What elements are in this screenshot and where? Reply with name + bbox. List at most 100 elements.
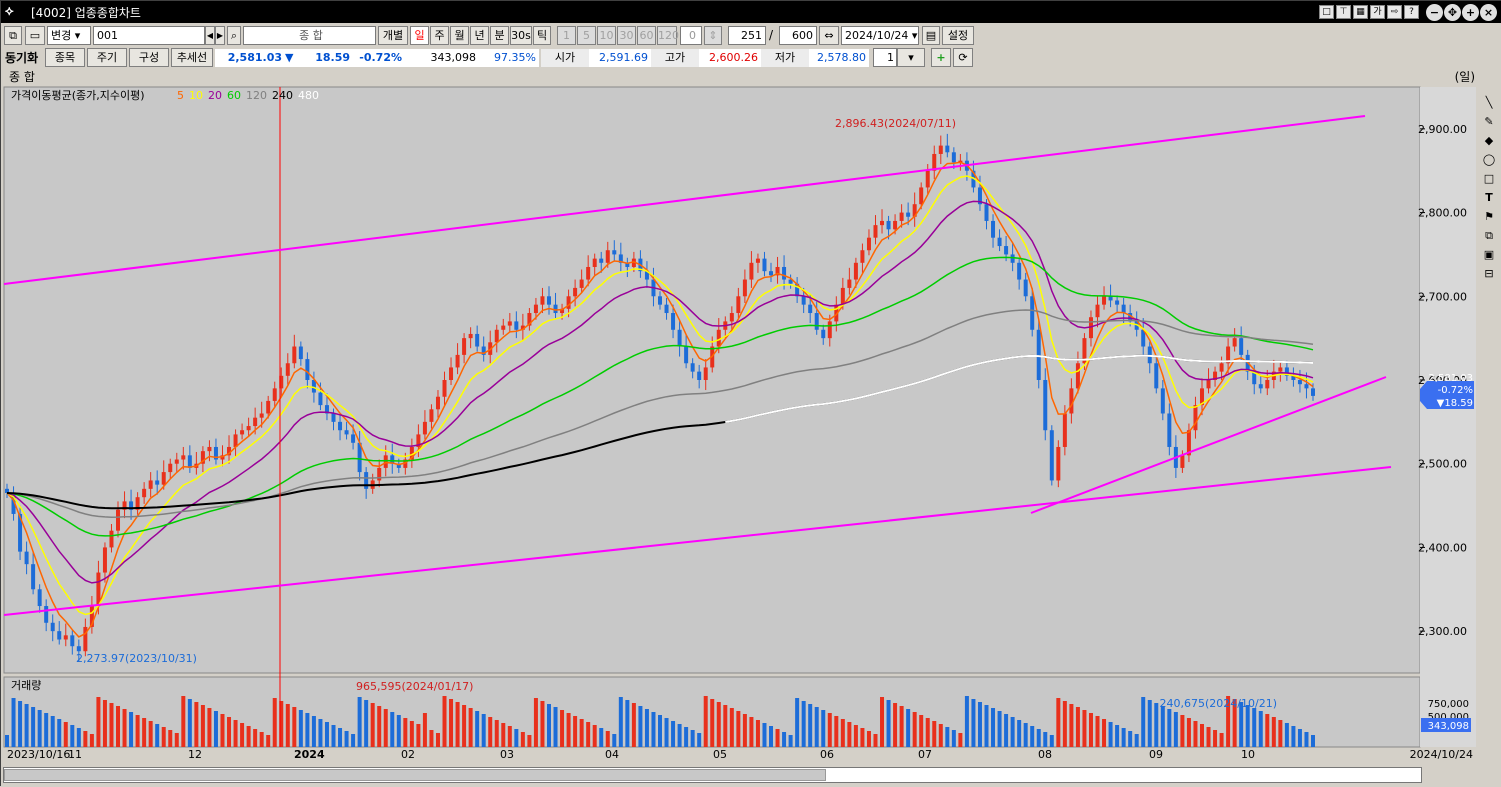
pan-icon[interactable]: ⇔ (819, 26, 839, 45)
period-week[interactable]: 주 (430, 26, 449, 45)
period-day[interactable]: 일 (410, 26, 429, 45)
period-month[interactable]: 월 (450, 26, 469, 45)
volume-bar (240, 723, 245, 747)
volume-bar (227, 717, 232, 747)
eraser-tool-icon[interactable]: ◆ (1482, 134, 1496, 148)
sync-label[interactable]: 동기화 (5, 49, 38, 67)
rect-tool-icon[interactable]: □ (1482, 172, 1496, 186)
minute-60[interactable]: 60 (637, 26, 656, 45)
period-tick[interactable]: 틱 (533, 26, 551, 45)
minute-1[interactable]: 1 (557, 26, 576, 45)
close-icon[interactable]: × (1480, 4, 1497, 21)
maximize-icon[interactable]: + (1462, 4, 1479, 21)
candle-body (664, 304, 669, 314)
volume-bar (1173, 712, 1178, 747)
screen-icon[interactable]: ▭ (25, 26, 45, 45)
measure-tool-icon[interactable]: ⊟ (1482, 267, 1496, 281)
text-tool-icon[interactable]: T (1482, 191, 1496, 205)
total-input[interactable]: 600 (779, 26, 817, 45)
font-icon[interactable]: 가 (1370, 5, 1385, 19)
cycle-button[interactable]: 주기 (87, 48, 127, 67)
volume-bar (5, 735, 9, 747)
copy-tool-icon[interactable]: ⧉ (1482, 229, 1496, 243)
indiv-button[interactable]: 개별 (378, 26, 408, 45)
candle-body (455, 354, 460, 368)
chart-svg[interactable]: 2,900.002,800.002,700.002,600.002,500.00… (1, 69, 1501, 787)
refresh-icon[interactable]: ⟳ (953, 48, 973, 67)
candle-body (318, 392, 323, 406)
link-icon[interactable]: ⇨ (1387, 5, 1402, 19)
period-year[interactable]: 년 (470, 26, 489, 45)
layout-icon[interactable]: ⧉ (4, 26, 22, 45)
pen-tool-icon[interactable]: ✎ (1482, 115, 1496, 129)
volume-bar (181, 696, 186, 747)
prev-icon[interactable]: ◀ (205, 26, 215, 45)
time-label: 2023/10/16 (7, 748, 70, 761)
candle-body (1102, 296, 1107, 305)
compose-button[interactable]: 구성 (129, 48, 169, 67)
minute-30[interactable]: 30 (617, 26, 636, 45)
spin-dropdown[interactable]: ▾ (897, 48, 925, 67)
volume-bar (370, 703, 375, 747)
candle-body (749, 262, 754, 280)
volume-bar (213, 711, 218, 747)
minute-120[interactable]: 120 (657, 26, 679, 45)
item-button[interactable]: 종목 (45, 48, 85, 67)
add-icon[interactable]: + (931, 48, 951, 67)
volume-bar (566, 713, 571, 747)
help-icon[interactable]: ? (1404, 5, 1419, 19)
volume-bar (906, 709, 911, 747)
volume-bar (742, 714, 747, 747)
candle-body (1167, 413, 1172, 447)
search-icon[interactable]: ⌕ (227, 26, 241, 45)
volume-last: 343,098 (1428, 721, 1469, 732)
delete-tool-icon[interactable]: ▣ (1482, 248, 1496, 262)
scroll-thumb[interactable] (4, 769, 826, 781)
period-30s[interactable]: 30s (510, 26, 532, 45)
volume-bar (1010, 717, 1015, 747)
candle-body (1265, 380, 1270, 389)
line-tool-icon[interactable]: ╲ (1482, 96, 1496, 110)
date-select[interactable]: 2024/10/24 ▾ (841, 26, 919, 45)
volume-bar (795, 698, 800, 747)
pin-icon[interactable]: ⊤ (1336, 5, 1351, 19)
change-value: 18.59 (299, 49, 353, 67)
minute-5[interactable]: 5 (577, 26, 596, 45)
next-icon[interactable]: ▶ (215, 26, 225, 45)
volume-value: 343,098 (405, 49, 479, 67)
window-option-icon[interactable]: □ (1319, 5, 1334, 19)
volume-bar (233, 720, 238, 747)
volume-bar (357, 697, 362, 747)
volume-bar (1180, 715, 1185, 747)
minimize-icon[interactable]: − (1426, 4, 1443, 21)
spin-input[interactable]: 1 (873, 48, 897, 67)
change-select[interactable]: 변경 ▾ (47, 26, 91, 45)
tick-input[interactable]: 0 (680, 26, 702, 45)
code-input[interactable]: 001 (93, 26, 205, 45)
volume-bar (533, 698, 538, 747)
period-minute[interactable]: 분 (490, 26, 509, 45)
minute-10[interactable]: 10 (597, 26, 616, 45)
volume-bar (749, 717, 754, 747)
settings-button[interactable]: 설정 (942, 26, 974, 45)
volume-bar (540, 701, 545, 747)
volume-bar (690, 730, 695, 747)
candle-body (671, 313, 676, 330)
grid-icon[interactable]: ▦ (1353, 5, 1368, 19)
volume-bar (1069, 704, 1074, 747)
horizontal-scrollbar[interactable] (3, 767, 1422, 783)
save-icon[interactable]: ▤ (922, 26, 940, 45)
volume-bar (997, 711, 1002, 747)
volume-bar (782, 732, 787, 747)
volume-bar (527, 735, 532, 747)
high-value: 2,600.26 (699, 49, 761, 67)
move-icon[interactable]: ✥ (1444, 4, 1461, 21)
tick-stepper[interactable]: ⇕ (704, 26, 722, 45)
volume-bar (840, 719, 845, 747)
count-input[interactable]: 251 (728, 26, 766, 45)
low-label: 저가 (761, 49, 809, 67)
volume-bar (1154, 703, 1159, 747)
trend-button[interactable]: 추세선 (171, 48, 213, 67)
ellipse-tool-icon[interactable]: ◯ (1482, 153, 1496, 167)
marker-tool-icon[interactable]: ⚑ (1482, 210, 1496, 224)
